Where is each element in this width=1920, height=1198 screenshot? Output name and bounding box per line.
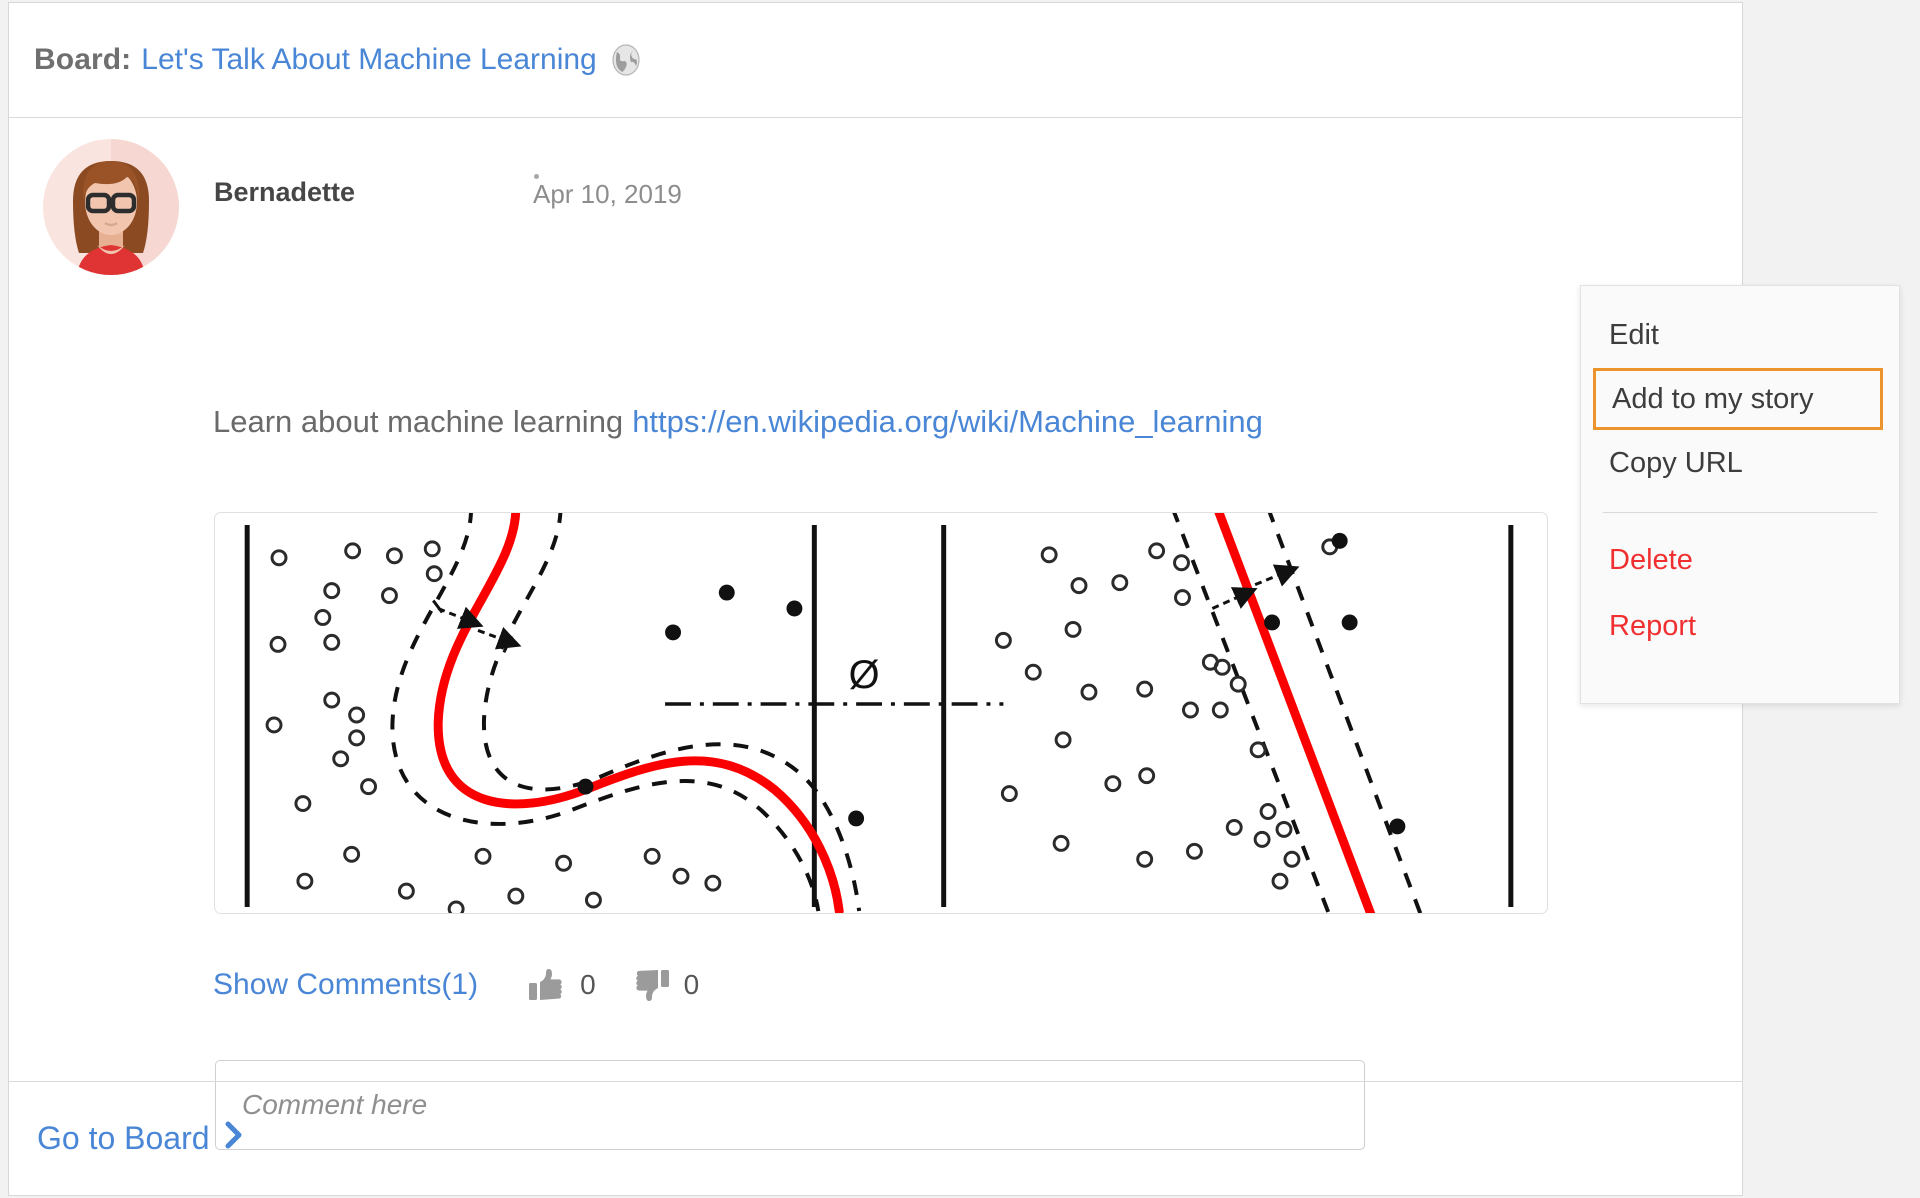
menu-item-delete[interactable]: Delete (1581, 527, 1899, 593)
post-text-body: Learn about machine learning (213, 404, 624, 439)
post-author: Bernadette (214, 177, 356, 207)
chevron-right-icon (224, 1120, 246, 1158)
go-to-board-link[interactable]: Go to Board (37, 1120, 246, 1158)
show-comments-link[interactable]: Show Comments(1) (213, 968, 478, 1002)
post-card: Board: Let's Talk About Machine Learning (8, 2, 1743, 1196)
board-header: Board: Let's Talk About Machine Learning (9, 3, 1742, 118)
go-to-board-label: Go to Board (37, 1120, 210, 1156)
dislike-count: 0 (683, 969, 700, 1000)
like-count: 0 (580, 969, 596, 1000)
board-title-link[interactable]: Let's Talk About Machine Learning (141, 43, 596, 77)
menu-item-report[interactable]: Report (1581, 593, 1899, 659)
globe-icon (609, 43, 643, 77)
post-date: Apr 10, 2019 (533, 179, 682, 209)
thumbs-up-icon[interactable] (528, 966, 566, 1004)
menu-divider (1603, 512, 1877, 513)
menu-item-copy-url[interactable]: Copy URL (1581, 430, 1899, 496)
post-actions: Show Comments(1) 0 0 (213, 961, 735, 1009)
menu-item-edit[interactable]: Edit (1581, 302, 1899, 368)
app-root: Board: Let's Talk About Machine Learning (0, 0, 1920, 1198)
diagram-symbol: Ø (849, 653, 880, 697)
thumbs-down-icon[interactable] (632, 966, 670, 1004)
post-text: Learn about machine learning https://en.w… (213, 404, 1263, 440)
post-url-link[interactable]: https://en.wikipedia.org/wiki/Machine_le… (632, 404, 1263, 439)
board-label: Board: (34, 43, 132, 76)
post-image[interactable]: Ø (214, 512, 1548, 914)
post-context-menu: Edit Add to my story Copy URL Delete Rep… (1580, 285, 1900, 704)
menu-item-add-to-my-story[interactable]: Add to my story (1593, 368, 1883, 430)
avatar (43, 139, 179, 275)
vote-group: 0 0 (528, 966, 735, 1004)
post-body: Bernadette Apr 10, 2019 Learn about mach… (9, 119, 1742, 1150)
card-footer: Go to Board (9, 1081, 1742, 1195)
